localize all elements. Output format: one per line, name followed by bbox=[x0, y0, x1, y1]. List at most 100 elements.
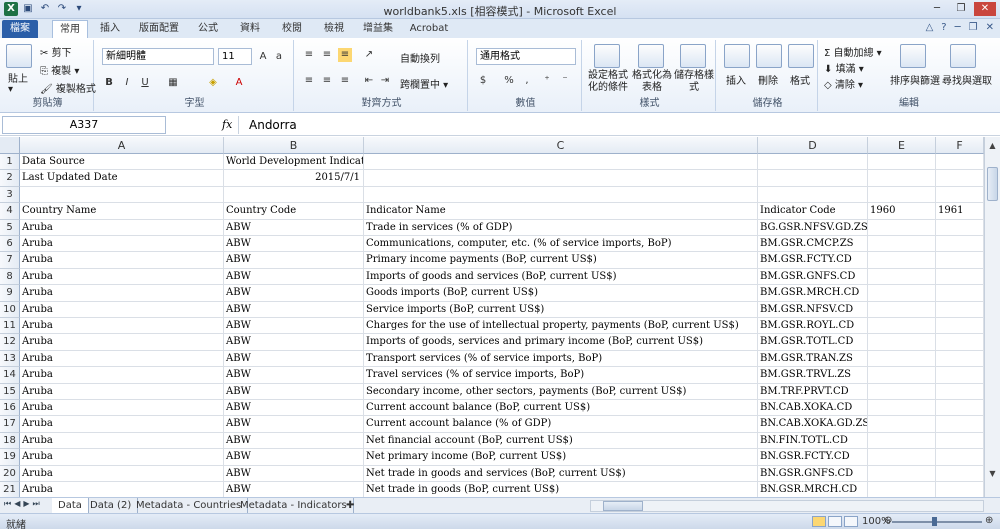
find-select-icon[interactable] bbox=[950, 44, 976, 68]
cell[interactable] bbox=[868, 219, 936, 236]
tab-insert[interactable]: 插入 bbox=[92, 20, 128, 38]
tab-home[interactable]: 常用 bbox=[52, 20, 88, 38]
cell[interactable]: ABW bbox=[224, 219, 364, 236]
worksheet-grid[interactable]: A B C D E F 1 Data Source World Development Indi… bbox=[0, 137, 984, 497]
cell[interactable]: ABW bbox=[224, 400, 364, 417]
cell[interactable]: ABW bbox=[224, 236, 364, 253]
cell[interactable]: Indicator Name bbox=[364, 203, 758, 220]
cell[interactable] bbox=[868, 186, 936, 204]
new-sheet-icon[interactable]: ✚ bbox=[340, 498, 360, 513]
cell[interactable] bbox=[868, 416, 936, 433]
minimize-icon[interactable]: ─ bbox=[926, 2, 948, 16]
cell[interactable]: ABW bbox=[224, 383, 364, 400]
cell[interactable]: ABW bbox=[224, 268, 364, 286]
row-header[interactable]: 4 bbox=[0, 203, 20, 220]
cell[interactable]: BG.GSR.NFSV.GD.ZS bbox=[758, 219, 868, 236]
cell[interactable]: Charges for the use of intellectual prop… bbox=[364, 318, 758, 335]
row-header[interactable]: 6 bbox=[0, 236, 20, 253]
cell[interactable] bbox=[936, 285, 984, 302]
vertical-scrollbar[interactable]: ▲ ▼ bbox=[984, 137, 1000, 497]
align-bottom-icon[interactable]: ≡ bbox=[338, 48, 352, 62]
cell[interactable]: Current account balance (BoP, current US… bbox=[364, 400, 758, 417]
cell[interactable] bbox=[868, 350, 936, 368]
first-sheet-icon[interactable]: ⏮ bbox=[4, 499, 11, 509]
cell[interactable]: Secondary income, other sectors, payment… bbox=[364, 383, 758, 400]
row-header[interactable]: 3 bbox=[0, 186, 20, 204]
format-painter-button[interactable]: 🖌 複製格式 bbox=[40, 80, 96, 95]
increase-indent-icon[interactable]: ⇥ bbox=[378, 74, 392, 88]
increase-decimal-icon[interactable]: ⁺ bbox=[540, 74, 554, 88]
row-header[interactable]: 17 bbox=[0, 416, 20, 433]
select-all-corner[interactable] bbox=[0, 137, 20, 154]
cell[interactable]: Net primary income (BoP, current US$) bbox=[364, 449, 758, 466]
cell[interactable] bbox=[936, 186, 984, 204]
cell[interactable] bbox=[868, 449, 936, 466]
cell[interactable]: ABW bbox=[224, 252, 364, 269]
insert-cells-button[interactable]: 插入 bbox=[726, 72, 746, 87]
cell[interactable]: Imports of goods and services (BoP, curr… bbox=[364, 268, 758, 286]
row-header[interactable]: 8 bbox=[0, 268, 20, 286]
sort-filter-icon[interactable] bbox=[900, 44, 926, 68]
cell[interactable]: BM.GSR.CMCP.ZS bbox=[758, 236, 868, 253]
close-icon[interactable]: ✕ bbox=[974, 2, 996, 16]
cell[interactable]: BN.CAB.XOKA.GD.ZS bbox=[758, 416, 868, 433]
comma-icon[interactable]: , bbox=[520, 74, 534, 88]
name-box[interactable]: A337 bbox=[2, 116, 166, 134]
sort-filter-button[interactable]: 排序與篩選 bbox=[890, 72, 940, 87]
cell[interactable] bbox=[936, 252, 984, 269]
paste-icon[interactable] bbox=[6, 44, 32, 68]
cell[interactable]: ABW bbox=[224, 301, 364, 318]
cell[interactable] bbox=[936, 350, 984, 368]
cell[interactable]: ABW bbox=[224, 334, 364, 351]
cell[interactable]: Aruba bbox=[20, 236, 224, 253]
cell[interactable]: BM.GSR.TRAN.ZS bbox=[758, 350, 868, 368]
cell[interactable]: ABW bbox=[224, 465, 364, 482]
cell[interactable]: Net trade in goods and services (BoP, cu… bbox=[364, 465, 758, 482]
cell[interactable]: ABW bbox=[224, 432, 364, 450]
cell[interactable] bbox=[364, 186, 758, 204]
workbook-restore-icon[interactable]: ❐ bbox=[969, 22, 978, 33]
cell[interactable] bbox=[936, 219, 984, 236]
row-header[interactable]: 5 bbox=[0, 219, 20, 236]
workbook-close-icon[interactable]: ✕ bbox=[986, 22, 994, 33]
cell[interactable] bbox=[868, 301, 936, 318]
cell[interactable]: Aruba bbox=[20, 219, 224, 236]
tab-data[interactable]: 資料 bbox=[232, 20, 268, 38]
cell[interactable] bbox=[868, 465, 936, 482]
help-icon[interactable]: ? bbox=[941, 22, 946, 33]
row-header[interactable]: 13 bbox=[0, 350, 20, 368]
zoom-in-icon[interactable]: ⊕ bbox=[985, 515, 993, 526]
next-sheet-icon[interactable]: ▶ bbox=[23, 499, 29, 509]
cell[interactable] bbox=[936, 334, 984, 351]
cell[interactable]: Aruba bbox=[20, 400, 224, 417]
font-size-combo[interactable]: 11 bbox=[218, 48, 252, 65]
row-header[interactable]: 14 bbox=[0, 367, 20, 384]
row-header[interactable]: 20 bbox=[0, 465, 20, 482]
sheet-tab-metadata-indicators[interactable]: Metadata - Indicators bbox=[234, 498, 354, 513]
cell[interactable] bbox=[20, 186, 224, 204]
cell[interactable]: World Development Indicators bbox=[224, 154, 364, 171]
zoom-slider-knob[interactable] bbox=[932, 517, 937, 526]
bold-icon[interactable]: B bbox=[102, 76, 116, 90]
find-select-button[interactable]: 尋找與選取 bbox=[942, 72, 992, 87]
scroll-down-icon[interactable]: ▼ bbox=[986, 467, 999, 480]
cell[interactable] bbox=[936, 154, 984, 171]
cell[interactable]: BM.GSR.TRVL.ZS bbox=[758, 367, 868, 384]
delete-cells-icon[interactable] bbox=[756, 44, 782, 68]
row-header[interactable]: 15 bbox=[0, 383, 20, 400]
cell[interactable]: Primary income payments (BoP, current US… bbox=[364, 252, 758, 269]
copy-button[interactable]: ⎘ 複製 ▾ bbox=[40, 62, 79, 77]
format-as-table-button[interactable]: 格式化為表格 bbox=[632, 70, 672, 94]
decrease-indent-icon[interactable]: ⇤ bbox=[362, 74, 376, 88]
percent-icon[interactable]: % bbox=[502, 74, 516, 88]
row-header[interactable]: 21 bbox=[0, 482, 20, 497]
cell[interactable]: 1961 bbox=[936, 203, 984, 220]
cell[interactable] bbox=[936, 432, 984, 450]
cell[interactable] bbox=[868, 170, 936, 187]
cell[interactable]: Communications, computer, etc. (% of ser… bbox=[364, 236, 758, 253]
orientation-icon[interactable]: ↗ bbox=[362, 48, 376, 62]
underline-icon[interactable]: U bbox=[138, 76, 152, 90]
currency-icon[interactable]: $ bbox=[476, 74, 490, 88]
formula-input[interactable]: Andorra bbox=[238, 116, 984, 134]
zoom-slider[interactable] bbox=[892, 517, 982, 526]
